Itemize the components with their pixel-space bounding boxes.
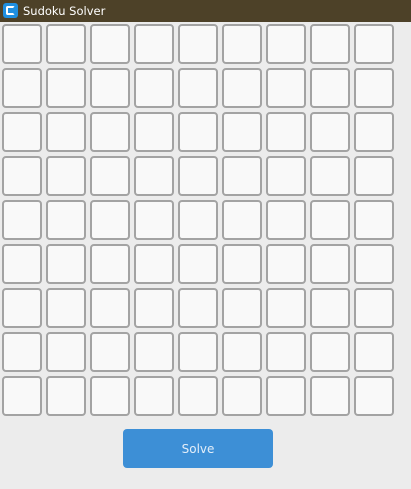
sudoku-cell-r5c5[interactable] [178, 200, 218, 240]
sudoku-cell-r8c9[interactable] [354, 332, 394, 372]
sudoku-cell-r3c2[interactable] [46, 112, 86, 152]
sudoku-cell-r9c1[interactable] [2, 376, 42, 416]
sudoku-cell-r4c1[interactable] [2, 156, 42, 196]
sudoku-cell-r9c7[interactable] [266, 376, 306, 416]
sudoku-cell-r2c8[interactable] [310, 68, 350, 108]
sudoku-cell-r9c4[interactable] [134, 376, 174, 416]
sudoku-cell-r5c7[interactable] [266, 200, 306, 240]
sudoku-cell-r6c8[interactable] [310, 244, 350, 284]
sudoku-cell-r1c6[interactable] [222, 24, 262, 64]
sudoku-cell-r5c2[interactable] [46, 200, 86, 240]
sudoku-cell-r4c6[interactable] [222, 156, 262, 196]
sudoku-cell-r1c5[interactable] [178, 24, 218, 64]
sudoku-cell-r3c5[interactable] [178, 112, 218, 152]
sudoku-cell-r3c1[interactable] [2, 112, 42, 152]
sudoku-cell-r5c4[interactable] [134, 200, 174, 240]
sudoku-cell-r1c4[interactable] [134, 24, 174, 64]
sudoku-cell-r8c6[interactable] [222, 332, 262, 372]
sudoku-cell-r3c3[interactable] [90, 112, 130, 152]
sudoku-cell-r6c1[interactable] [2, 244, 42, 284]
sudoku-cell-r3c4[interactable] [134, 112, 174, 152]
sudoku-cell-r5c6[interactable] [222, 200, 262, 240]
sudoku-cell-r2c5[interactable] [178, 68, 218, 108]
sudoku-cell-r8c5[interactable] [178, 332, 218, 372]
sudoku-cell-r7c8[interactable] [310, 288, 350, 328]
sudoku-cell-r4c9[interactable] [354, 156, 394, 196]
sudoku-cell-r2c4[interactable] [134, 68, 174, 108]
sudoku-cell-r2c2[interactable] [46, 68, 86, 108]
sudoku-cell-r2c1[interactable] [2, 68, 42, 108]
sudoku-cell-r4c4[interactable] [134, 156, 174, 196]
sudoku-cell-r1c8[interactable] [310, 24, 350, 64]
sudoku-cell-r6c5[interactable] [178, 244, 218, 284]
sudoku-cell-r6c2[interactable] [46, 244, 86, 284]
sudoku-cell-r1c2[interactable] [46, 24, 86, 64]
sudoku-cell-r3c8[interactable] [310, 112, 350, 152]
sudoku-cell-r5c3[interactable] [90, 200, 130, 240]
sudoku-cell-r2c6[interactable] [222, 68, 262, 108]
sudoku-cell-r5c1[interactable] [2, 200, 42, 240]
sudoku-cell-r9c9[interactable] [354, 376, 394, 416]
sudoku-cell-r3c6[interactable] [222, 112, 262, 152]
sudoku-cell-r9c5[interactable] [178, 376, 218, 416]
sudoku-cell-r9c8[interactable] [310, 376, 350, 416]
sudoku-cell-r3c9[interactable] [354, 112, 394, 152]
sudoku-cell-r4c5[interactable] [178, 156, 218, 196]
sudoku-cell-r2c3[interactable] [90, 68, 130, 108]
app-icon [3, 3, 18, 18]
sudoku-cell-r7c9[interactable] [354, 288, 394, 328]
sudoku-cell-r4c7[interactable] [266, 156, 306, 196]
sudoku-cell-r1c1[interactable] [2, 24, 42, 64]
sudoku-cell-r9c2[interactable] [46, 376, 86, 416]
sudoku-cell-r7c6[interactable] [222, 288, 262, 328]
sudoku-cell-r8c1[interactable] [2, 332, 42, 372]
sudoku-cell-r8c2[interactable] [46, 332, 86, 372]
sudoku-cell-r1c9[interactable] [354, 24, 394, 64]
sudoku-cell-r3c7[interactable] [266, 112, 306, 152]
sudoku-cell-r6c4[interactable] [134, 244, 174, 284]
window-title: Sudoku Solver [23, 4, 106, 18]
solve-button[interactable]: Solve [123, 429, 273, 468]
sudoku-cell-r5c8[interactable] [310, 200, 350, 240]
sudoku-cell-r6c3[interactable] [90, 244, 130, 284]
title-bar: Sudoku Solver [0, 0, 411, 22]
sudoku-cell-r8c8[interactable] [310, 332, 350, 372]
sudoku-cell-r8c3[interactable] [90, 332, 130, 372]
sudoku-cell-r7c5[interactable] [178, 288, 218, 328]
sudoku-cell-r2c7[interactable] [266, 68, 306, 108]
sudoku-cell-r5c9[interactable] [354, 200, 394, 240]
sudoku-cell-r7c2[interactable] [46, 288, 86, 328]
sudoku-cell-r6c7[interactable] [266, 244, 306, 284]
sudoku-cell-r8c7[interactable] [266, 332, 306, 372]
sudoku-cell-r7c3[interactable] [90, 288, 130, 328]
sudoku-cell-r6c9[interactable] [354, 244, 394, 284]
sudoku-cell-r1c7[interactable] [266, 24, 306, 64]
sudoku-cell-r1c3[interactable] [90, 24, 130, 64]
sudoku-cell-r4c8[interactable] [310, 156, 350, 196]
sudoku-cell-r4c2[interactable] [46, 156, 86, 196]
sudoku-cell-r9c6[interactable] [222, 376, 262, 416]
sudoku-cell-r6c6[interactable] [222, 244, 262, 284]
sudoku-cell-r8c4[interactable] [134, 332, 174, 372]
sudoku-cell-r2c9[interactable] [354, 68, 394, 108]
sudoku-cell-r7c1[interactable] [2, 288, 42, 328]
sudoku-cell-r7c4[interactable] [134, 288, 174, 328]
sudoku-cell-r4c3[interactable] [90, 156, 130, 196]
sudoku-cell-r7c7[interactable] [266, 288, 306, 328]
sudoku-cell-r9c3[interactable] [90, 376, 130, 416]
sudoku-grid [2, 24, 395, 417]
